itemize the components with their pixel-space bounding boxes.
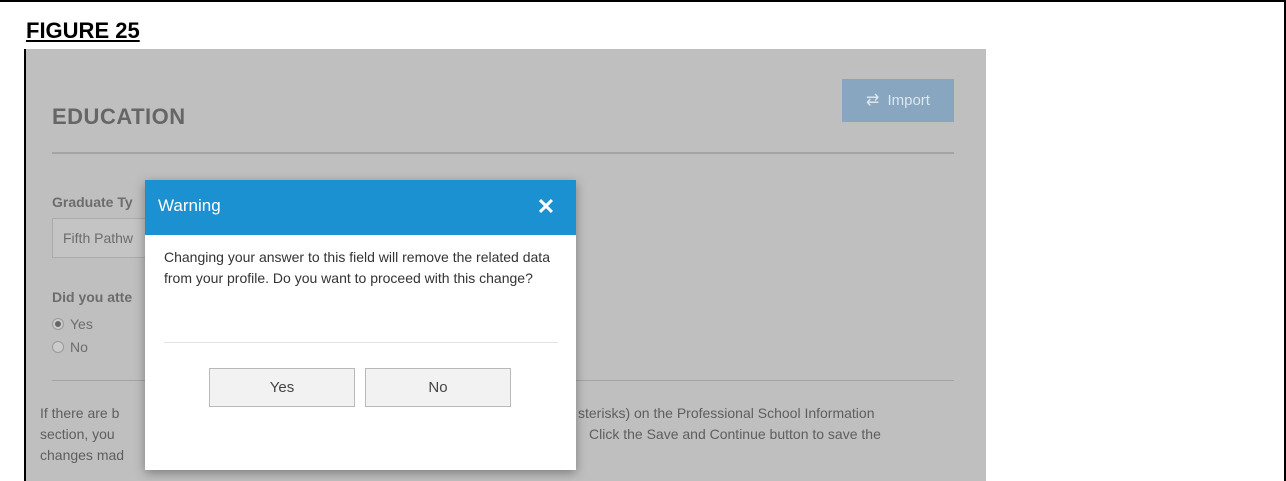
dialog-yes-button[interactable]: Yes bbox=[209, 368, 355, 407]
info-line2-right: Click the Save and Continue button to sa… bbox=[589, 426, 881, 442]
graduate-type-label: Graduate Ty bbox=[52, 194, 133, 210]
dialog-header: Warning ✕ bbox=[145, 180, 576, 235]
info-line1-left: If there are b bbox=[40, 405, 120, 421]
info-line2-left: section, you bbox=[40, 426, 115, 442]
import-button-label: Import bbox=[887, 92, 930, 109]
import-button[interactable]: ⇄ Import bbox=[842, 79, 954, 122]
swap-arrows-icon: ⇄ bbox=[866, 91, 880, 109]
radio-no-button[interactable] bbox=[52, 341, 64, 353]
radio-yes-label: Yes bbox=[70, 316, 93, 332]
info-line3-left: changes mad bbox=[40, 447, 125, 463]
title-divider bbox=[52, 152, 954, 154]
radio-option-no[interactable]: No bbox=[52, 339, 88, 355]
dialog-title: Warning bbox=[158, 196, 221, 215]
radio-no-label: No bbox=[70, 339, 88, 355]
dialog-divider bbox=[164, 342, 558, 343]
dialog-message: Changing your answer to this field will … bbox=[164, 249, 550, 286]
figure-label: FIGURE 25 bbox=[26, 18, 140, 43]
attend-question-label: Did you atte bbox=[52, 289, 133, 305]
close-icon[interactable]: ✕ bbox=[535, 194, 557, 220]
radio-option-yes[interactable]: Yes bbox=[52, 316, 93, 332]
dialog-no-button[interactable]: No bbox=[365, 368, 511, 407]
frame-top-border bbox=[0, 0, 1286, 2]
page-title: EDUCATION bbox=[52, 104, 186, 129]
radio-yes-button[interactable] bbox=[52, 318, 64, 330]
info-line1-right: sterisks) on the Professional School Inf… bbox=[578, 405, 875, 421]
warning-dialog: Warning ✕ Changing your answer to this f… bbox=[145, 180, 576, 470]
